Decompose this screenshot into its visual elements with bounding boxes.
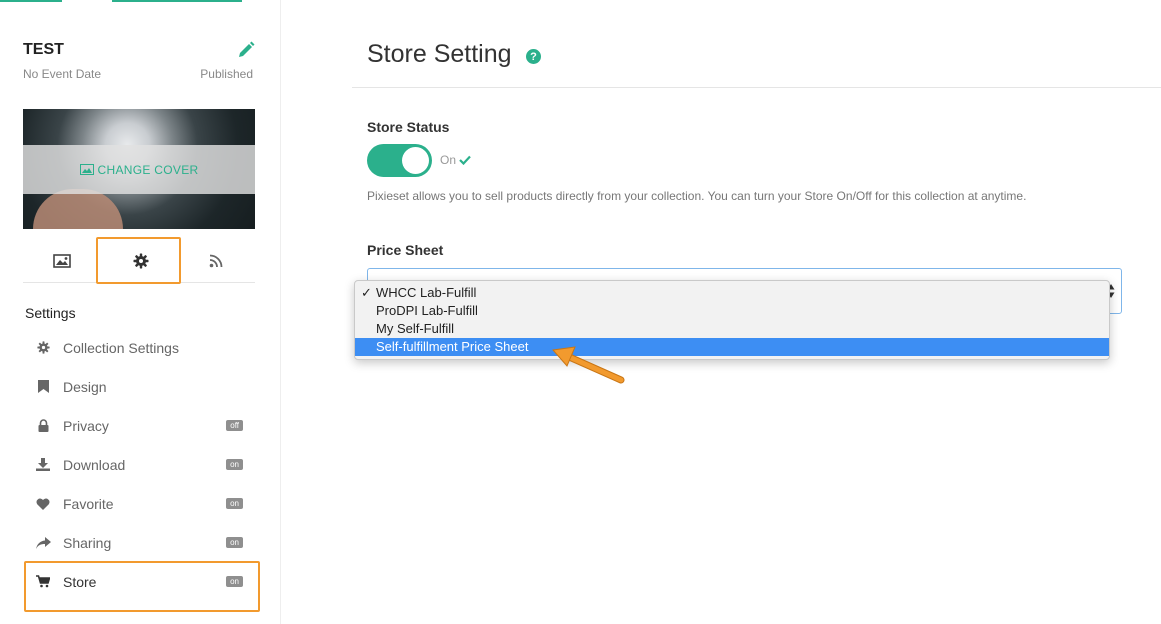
sidebar-item-collection-settings[interactable]: Collection Settings: [23, 328, 255, 367]
tab-activity[interactable]: [196, 241, 236, 281]
rss-icon: [209, 254, 223, 268]
option-label: ProDPI Lab-Fulfill: [376, 303, 478, 318]
tab-photos[interactable]: [42, 241, 82, 281]
store-status-description: Pixieset allows you to sell products dir…: [367, 189, 1027, 203]
settings-heading: Settings: [25, 305, 76, 321]
dropdown-option-whcc[interactable]: ✓ WHCC Lab-Fulfill: [355, 284, 1109, 302]
checkmark-icon: ✓: [361, 285, 372, 300]
sidebar-item-label: Sharing: [63, 534, 112, 551]
cover-image: CHANGE COVER: [23, 109, 255, 229]
store-status-label: Store Status: [367, 119, 450, 135]
toggle-state-label: On: [440, 153, 457, 167]
status-badge: off: [226, 420, 243, 431]
divider: [352, 87, 1161, 88]
sidebar-item-favorite[interactable]: Favorite on: [23, 484, 255, 523]
help-icon[interactable]: ?: [526, 49, 541, 64]
store-status-toggle[interactable]: [367, 144, 432, 177]
collection-title: TEST: [23, 41, 64, 58]
dropdown-option-my-self-fulfill[interactable]: My Self-Fulfill: [355, 320, 1109, 338]
sidebar-item-label: Collection Settings: [63, 339, 179, 356]
annotation-arrow-icon: [552, 346, 625, 384]
sidebar-item-design[interactable]: Design: [23, 367, 255, 406]
change-cover-button[interactable]: CHANGE COVER: [23, 145, 255, 194]
dropdown-option-self-fulfillment[interactable]: Self-fulfillment Price Sheet: [355, 338, 1109, 356]
share-icon: [23, 536, 63, 549]
bookmark-icon: [23, 380, 63, 393]
sidebar-item-sharing[interactable]: Sharing on: [23, 523, 255, 562]
heart-icon: [23, 498, 63, 510]
option-label: WHCC Lab-Fulfill: [376, 285, 477, 300]
download-icon: [23, 458, 63, 471]
toggle-state: On: [440, 153, 471, 167]
lock-icon: [23, 419, 63, 432]
collection-date: No Event Date: [23, 67, 102, 81]
gear-icon: [23, 341, 63, 354]
status-badge: on: [226, 498, 243, 509]
collection-status: Published: [200, 67, 253, 81]
dropdown-option-prodpi[interactable]: ProDPI Lab-Fulfill: [355, 302, 1109, 320]
sidebar: TEST No Event Date Published CHANGE COVE…: [0, 0, 281, 624]
image-icon: [53, 254, 71, 268]
settings-tab-highlight: [96, 237, 181, 284]
store-item-highlight: [24, 561, 260, 612]
change-cover-label: CHANGE COVER: [97, 162, 199, 177]
price-sheet-dropdown: ✓ WHCC Lab-Fulfill ProDPI Lab-Fulfill My…: [354, 280, 1110, 360]
image-icon: [79, 164, 94, 175]
status-badge: on: [226, 537, 243, 548]
sidebar-item-label: Favorite: [63, 495, 114, 512]
option-label: Self-fulfillment Price Sheet: [376, 339, 529, 354]
cover-photo-hand: [33, 189, 123, 229]
price-sheet-label: Price Sheet: [367, 242, 444, 258]
option-label: My Self-Fulfill: [376, 321, 455, 336]
pencil-icon[interactable]: [236, 40, 256, 60]
page-title: Store Setting: [367, 40, 512, 68]
check-icon: [459, 155, 471, 165]
toggle-knob: [402, 147, 429, 174]
sidebar-item-privacy[interactable]: Privacy off: [23, 406, 255, 445]
sidebar-item-label: Privacy: [63, 417, 109, 434]
sidebar-item-download[interactable]: Download on: [23, 445, 255, 484]
sidebar-item-label: Download: [63, 456, 126, 473]
sidebar-item-label: Design: [63, 378, 107, 395]
status-badge: on: [226, 459, 243, 470]
